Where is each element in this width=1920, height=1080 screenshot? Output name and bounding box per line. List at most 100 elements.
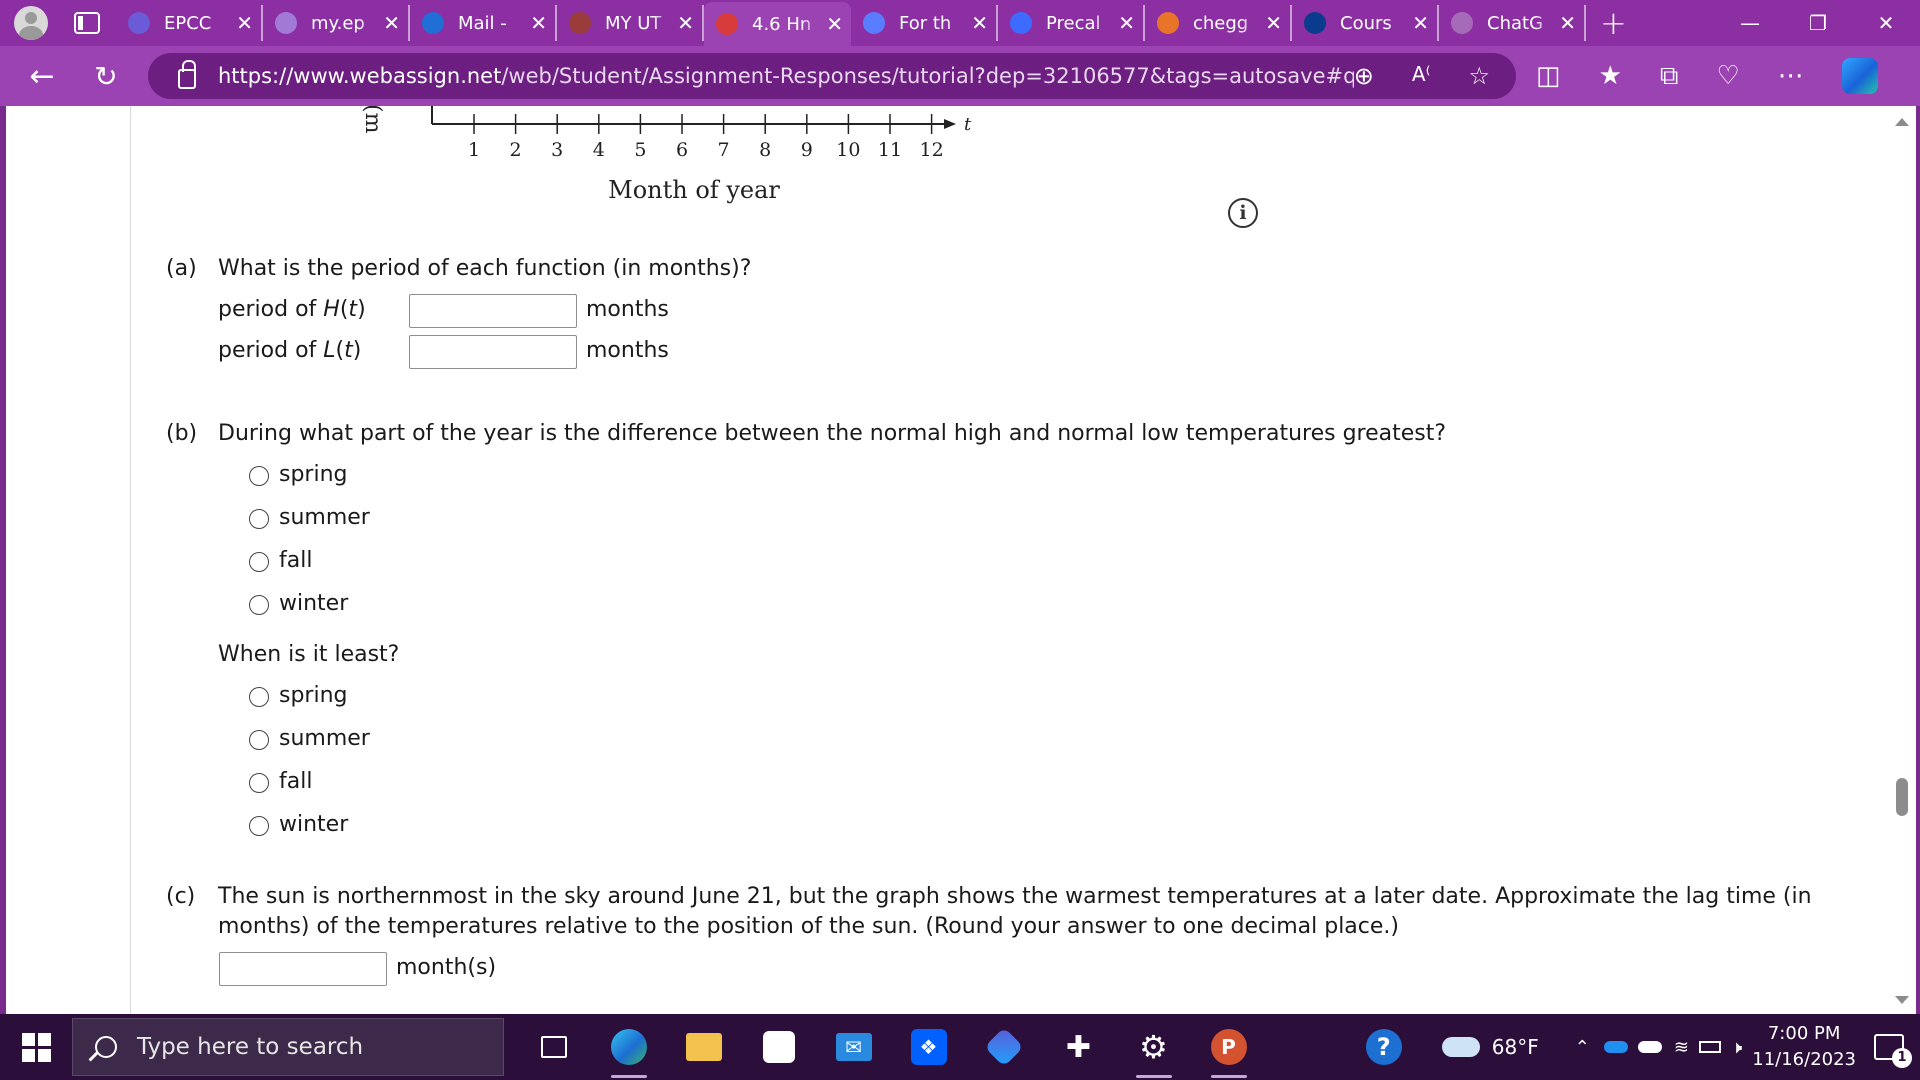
favorites-icon[interactable]: ★ xyxy=(1599,61,1622,91)
least-option-label[interactable]: spring xyxy=(279,683,348,708)
new-tab-button[interactable]: + xyxy=(1600,4,1627,42)
windows-logo-icon xyxy=(21,1032,51,1062)
tab-close-icon[interactable]: ✕ xyxy=(530,11,547,35)
greatest-option-label[interactable]: spring xyxy=(279,462,348,487)
browser-tab[interactable]: Precal ✕ xyxy=(998,5,1145,41)
address-toolbar: ← ↻ https://www.webassign.net/web/Studen… xyxy=(0,46,1920,106)
scroll-down-arrow[interactable] xyxy=(1895,996,1909,1004)
window-controls: — ❐ ✕ xyxy=(1716,0,1920,46)
x-tick-label: 2 xyxy=(510,139,522,161)
browser-tab[interactable]: EPCC ✕ xyxy=(116,5,263,41)
tab-close-icon[interactable]: ✕ xyxy=(1265,11,1282,35)
browser-tab[interactable]: For th ✕ xyxy=(851,5,998,41)
tab-title: 4.6 Hn xyxy=(752,13,812,35)
taskbar-dropbox[interactable]: ❖ xyxy=(891,1014,966,1080)
browser-tab[interactable]: ChatG ✕ xyxy=(1439,5,1586,41)
tab-title: For th xyxy=(899,12,952,34)
least-option-label[interactable]: summer xyxy=(279,726,370,751)
least-radio-summer[interactable] xyxy=(249,730,269,750)
period-l-input[interactable] xyxy=(409,335,577,369)
taskbar-app-blue[interactable] xyxy=(966,1014,1041,1080)
edge-icon xyxy=(610,1029,647,1065)
tab-close-icon[interactable]: ✕ xyxy=(1412,11,1429,35)
tab-favicon-icon xyxy=(1451,12,1473,34)
least-option-label[interactable]: winter xyxy=(279,812,348,837)
scroll-up-arrow[interactable] xyxy=(1895,118,1909,126)
minimize-button[interactable]: — xyxy=(1716,0,1784,46)
favorite-star-icon[interactable]: ☆ xyxy=(1468,62,1490,90)
url-text[interactable]: https://www.webassign.net/web/Student/As… xyxy=(218,64,1354,88)
left-border xyxy=(130,106,131,1014)
tab-close-icon[interactable]: ✕ xyxy=(1118,11,1135,35)
copilot-icon[interactable] xyxy=(1841,58,1878,94)
battery-icon[interactable] xyxy=(1698,1041,1721,1053)
clock[interactable]: 7:00 PM 11/16/2023 xyxy=(1752,1021,1856,1073)
weather-cloud-icon[interactable] xyxy=(1441,1037,1480,1057)
split-screen-icon[interactable]: ◫ xyxy=(1536,61,1561,91)
volume-muted-icon[interactable]: 🕨 xyxy=(1731,1037,1742,1058)
restore-button[interactable]: ❐ xyxy=(1784,0,1852,46)
least-radio-fall[interactable] xyxy=(249,773,269,793)
wifi-icon[interactable]: ≋ xyxy=(1674,1037,1689,1058)
refresh-button[interactable]: ↻ xyxy=(84,54,128,98)
help-icon[interactable]: ? xyxy=(1365,1029,1402,1065)
info-icon[interactable]: i xyxy=(1228,198,1258,228)
greatest-option-label[interactable]: summer xyxy=(279,505,370,530)
browser-tab[interactable]: Cours ✕ xyxy=(1292,5,1439,41)
tab-close-icon[interactable]: ✕ xyxy=(236,11,253,35)
browser-tab[interactable]: Mail - ✕ xyxy=(410,5,557,41)
x-tick-label: 9 xyxy=(801,139,813,161)
greatest-option-label[interactable]: winter xyxy=(279,591,348,616)
tab-actions-icon[interactable] xyxy=(74,12,100,34)
tab-close-icon[interactable]: ✕ xyxy=(677,11,694,35)
close-window-button[interactable]: ✕ xyxy=(1852,0,1920,46)
browser-tab[interactable]: my.ep ✕ xyxy=(263,5,410,41)
taskbar-store[interactable] xyxy=(741,1014,816,1080)
zoom-icon[interactable]: ⊕ xyxy=(1354,62,1374,90)
tab-close-icon[interactable]: ✕ xyxy=(826,12,843,36)
show-hidden-icons[interactable]: ⌃ xyxy=(1575,1037,1590,1058)
taskbar-mail[interactable]: ✉ xyxy=(816,1014,891,1080)
greatest-radio-winter[interactable] xyxy=(249,595,269,615)
vertical-scrollbar[interactable] xyxy=(1886,106,1916,1014)
browser-tab[interactable]: chegg ✕ xyxy=(1145,5,1292,41)
taskbar-edge[interactable] xyxy=(591,1014,666,1080)
lag-time-input[interactable] xyxy=(219,952,387,986)
greatest-radio-summer[interactable] xyxy=(249,509,269,529)
period-h-input[interactable] xyxy=(409,294,577,328)
tab-close-icon[interactable]: ✕ xyxy=(971,11,988,35)
taskbar-powerpoint[interactable]: P xyxy=(1191,1014,1266,1080)
least-radio-spring[interactable] xyxy=(249,687,269,707)
greatest-option-label[interactable]: fall xyxy=(279,548,312,573)
browser-tab[interactable]: MY UT ✕ xyxy=(557,5,704,41)
lock-icon[interactable] xyxy=(178,60,196,89)
weather-temp[interactable]: 68°F xyxy=(1492,1035,1539,1059)
collections-icon[interactable]: ⧉ xyxy=(1660,61,1679,92)
back-button[interactable]: ← xyxy=(20,54,64,98)
more-menu-icon[interactable]: ⋯ xyxy=(1778,61,1804,91)
start-button[interactable] xyxy=(0,1014,72,1080)
greatest-radio-fall[interactable] xyxy=(249,552,269,572)
browser-tab[interactable]: 4.6 Hn ✕ xyxy=(704,2,851,46)
profile-avatar[interactable] xyxy=(14,6,48,40)
taskbar-app-bolt[interactable]: ✚ xyxy=(1041,1014,1116,1080)
tab-close-icon[interactable]: ✕ xyxy=(383,11,400,35)
onedrive-personal-icon[interactable] xyxy=(1637,1041,1662,1053)
address-bar[interactable]: https://www.webassign.net/web/Student/As… xyxy=(148,53,1516,99)
tab-favicon-icon xyxy=(128,12,150,34)
least-option-label[interactable]: fall xyxy=(279,769,312,794)
onedrive-icon[interactable] xyxy=(1603,1041,1628,1053)
least-radio-winter[interactable] xyxy=(249,816,269,836)
taskbar-search[interactable]: Type here to search xyxy=(72,1018,504,1076)
notification-center-icon[interactable]: 1 xyxy=(1874,1034,1912,1068)
taskbar-settings[interactable]: ⚙ xyxy=(1116,1014,1191,1080)
greatest-radio-spring[interactable] xyxy=(249,466,269,486)
tab-close-icon[interactable]: ✕ xyxy=(1559,11,1576,35)
browser-essentials-icon[interactable]: ♡ xyxy=(1716,61,1739,91)
task-view-button[interactable] xyxy=(516,1014,591,1080)
read-aloud-icon[interactable]: A⁽ xyxy=(1412,62,1431,90)
taskbar-file-explorer[interactable] xyxy=(666,1014,741,1080)
x-tick-label: 3 xyxy=(551,139,563,161)
x-axis-arrow xyxy=(944,119,956,129)
scroll-thumb[interactable] xyxy=(1896,778,1908,816)
